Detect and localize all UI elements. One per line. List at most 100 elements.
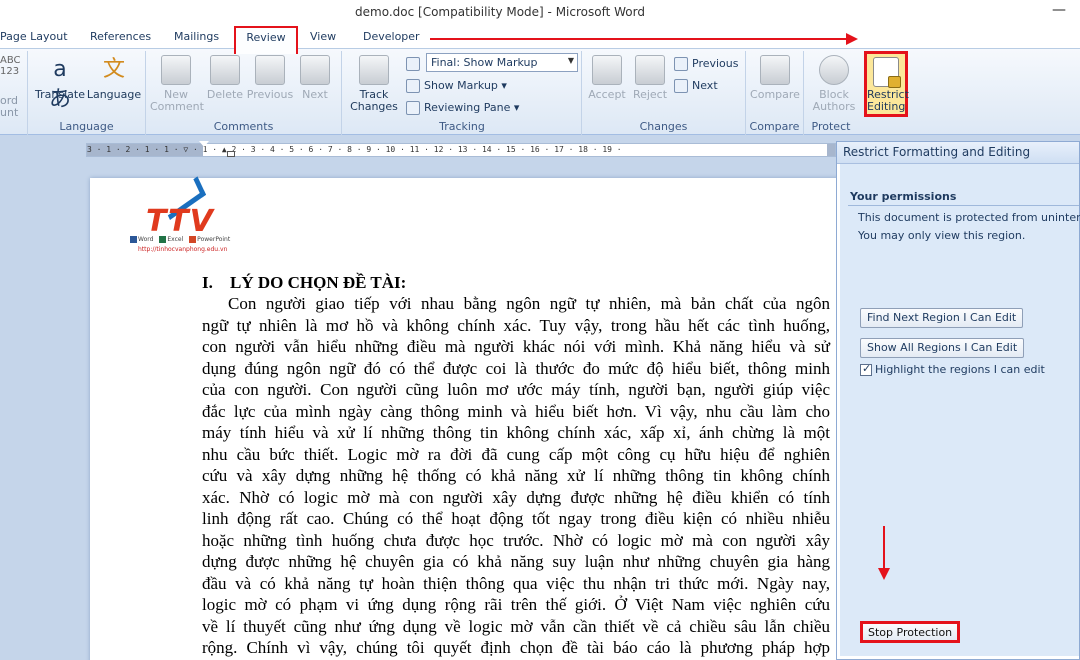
track-changes-icon: [359, 55, 389, 85]
reviewing-pane-button[interactable]: Reviewing Pane ▾: [406, 101, 519, 115]
section-heading-text: LÝ DO CHỌN ĐỀ TÀI:: [230, 273, 407, 292]
view-only-message: You may only view this region.: [858, 229, 1026, 242]
delete-comment-button[interactable]: Delete: [204, 51, 246, 101]
block-authors-icon: [819, 55, 849, 85]
protect-group-label: Protect: [811, 120, 851, 133]
permissions-title: Your permissions: [850, 190, 957, 203]
logo-app-excel: Excel: [159, 236, 183, 243]
title-bar: demo.doc [Compatibility Mode] - Microsof…: [0, 0, 1080, 26]
show-markup-button[interactable]: Show Markup ▾: [406, 79, 507, 93]
find-next-region-button[interactable]: Find Next Region I Can Edit: [860, 308, 1024, 328]
annotation-arrow-line: [430, 38, 848, 40]
paragraph-line: ngữ tự nhiên là mơ hồ và không chính xác…: [202, 315, 830, 335]
logo-url: http://tinhocvanphong.edu.vn: [138, 246, 228, 253]
comments-group: New Comment Delete Previous Next Comment…: [146, 51, 342, 135]
next-comment-button[interactable]: Next: [296, 51, 334, 101]
logo-text: TTV: [146, 204, 214, 239]
paragraph-line: dụng đúng ngôn ngữ đó có thể được coi là…: [202, 358, 830, 378]
checkbox-checked-icon[interactable]: [860, 362, 872, 376]
previous-change-button[interactable]: Previous: [674, 57, 739, 71]
compare-icon: [760, 55, 790, 85]
section-heading: I. LÝ DO CHỌN ĐỀ TÀI:: [202, 273, 406, 293]
paragraph-line: hoặc những tình huống chưa được học trướ…: [202, 530, 830, 550]
tab-references[interactable]: References: [90, 30, 151, 43]
accept-button[interactable]: Accept: [586, 51, 628, 101]
pane-title: Restrict Formatting and Editing: [837, 142, 1079, 164]
tab-mailings[interactable]: Mailings: [174, 30, 219, 43]
pane-body: Your permissions This document is protec…: [840, 164, 1080, 656]
minimize-button[interactable]: —: [1052, 2, 1066, 18]
language-icon: 文: [102, 57, 125, 82]
next-change-icon: [674, 79, 688, 93]
annotation-arrow-head: [846, 33, 858, 45]
new-comment-button[interactable]: New Comment: [150, 51, 204, 113]
track-changes-button[interactable]: Track Changes: [346, 51, 402, 113]
next-change-button[interactable]: Next: [674, 79, 718, 93]
tab-developer[interactable]: Developer: [363, 30, 420, 43]
paragraph-line: con người vẫn hiểu những điều mà người k…: [202, 337, 830, 356]
next-comment-icon: [300, 55, 330, 85]
changes-group: Accept Reject Previous Next Changes: [582, 51, 746, 135]
paragraph-line: về lí thuyết cũng như ứng dụng về logic …: [202, 616, 830, 636]
changes-group-label: Changes: [639, 120, 688, 133]
display-for-review-select[interactable]: Final: Show Markup ▼: [426, 53, 578, 72]
reject-label: Reject: [632, 88, 668, 101]
previous-comment-button[interactable]: Previous: [246, 51, 294, 101]
paragraph-line: nhu cầu bức thiết. Logic mờ ra đời đã cu…: [202, 444, 830, 464]
window-title: demo.doc [Compatibility Mode] - Microsof…: [355, 5, 645, 19]
language-group-label: Language: [59, 120, 114, 133]
reviewing-pane-icon: [406, 101, 420, 115]
previous-comment-label: Previous: [246, 88, 294, 101]
paragraph-line: rộng. Chính vì vậy, chúng tôi quyết định…: [202, 638, 830, 657]
compare-button[interactable]: Compare: [748, 51, 802, 101]
translate-button[interactable]: aあ Translate: [34, 51, 86, 112]
tab-page-layout[interactable]: Page Layout: [0, 30, 68, 43]
restrict-editing-label: Restrict Editing: [867, 88, 909, 113]
word-count-button[interactable]: ABC 123 ord unt: [0, 55, 24, 119]
language-group: aあ Translate 文 Language Language: [28, 51, 146, 135]
restrict-editing-icon: [873, 57, 901, 88]
permissions-divider: [848, 205, 1079, 206]
horizontal-ruler[interactable]: 3 · 1 · 2 · 1 · 1 · ▽ · 1 · ▲ 2 · 3 · 4 …: [86, 141, 836, 157]
restrict-editing-button[interactable]: Restrict Editing: [864, 51, 909, 117]
paragraph-line: dựng được những hệ chuyên gia có khả năn…: [202, 552, 830, 571]
excel-icon: [159, 236, 167, 243]
section-heading-number: I.: [202, 273, 213, 292]
balloons-icon[interactable]: [406, 57, 424, 71]
highlight-regions-label: Highlight the regions I can edit: [875, 363, 1045, 376]
restrict-editing-pane: Restrict Formatting and Editing Your per…: [836, 141, 1080, 660]
powerpoint-icon: [189, 236, 197, 243]
paragraph-line: đắc lực của mình ngày càng thông minh và…: [202, 401, 830, 421]
annotation-down-arrow-line: [883, 526, 885, 572]
left-indent-marker[interactable]: [227, 151, 235, 157]
accept-label: Accept: [588, 88, 626, 101]
reject-button[interactable]: Reject: [630, 51, 670, 101]
body-paragraph[interactable]: Con người giao tiếp với nhau bằng ngôn n…: [202, 293, 830, 659]
highlight-regions-checkbox[interactable]: Highlight the regions I can edit: [860, 362, 1045, 376]
tab-review[interactable]: Review: [234, 26, 298, 54]
block-authors-button[interactable]: Block Authors: [810, 51, 858, 113]
previous-change-label: Previous: [692, 57, 739, 70]
ribbon: ABC 123 ord unt aあ Translate 文 Language …: [0, 48, 1080, 135]
document-page[interactable]: TTV Word Excel PowerPoint http://tinhocv…: [90, 176, 907, 660]
paragraph-line: cứu và xây dựng những hệ thống có khả nă…: [202, 466, 830, 485]
ribbon-tabs: Page Layout References Mailings Review V…: [0, 26, 1080, 54]
document-area: TTV Word Excel PowerPoint http://tinhocv…: [0, 160, 907, 660]
comments-group-label: Comments: [213, 120, 274, 133]
first-line-indent-marker[interactable]: [199, 141, 209, 147]
tab-view[interactable]: View: [310, 30, 336, 43]
show-all-regions-button[interactable]: Show All Regions I Can Edit: [860, 338, 1025, 358]
delete-comment-icon: [210, 55, 240, 85]
ttv-logo: TTV Word Excel PowerPoint http://tinhocv…: [130, 176, 240, 260]
protection-message: This document is protected from unintent…: [858, 211, 1080, 224]
proofing-group: ABC 123 ord unt: [0, 51, 28, 135]
logo-apps: Word Excel PowerPoint: [130, 236, 234, 243]
word-icon: [130, 236, 137, 243]
previous-comment-icon: [255, 55, 285, 85]
stop-protection-button[interactable]: Stop Protection: [860, 621, 961, 643]
language-button[interactable]: 文 Language: [86, 51, 142, 101]
delete-comment-label: Delete: [206, 88, 244, 101]
logo-app-word: Word: [130, 236, 153, 243]
reviewing-pane-label: Reviewing Pane: [424, 101, 511, 114]
word-count-label-bottom: unt: [0, 106, 19, 119]
